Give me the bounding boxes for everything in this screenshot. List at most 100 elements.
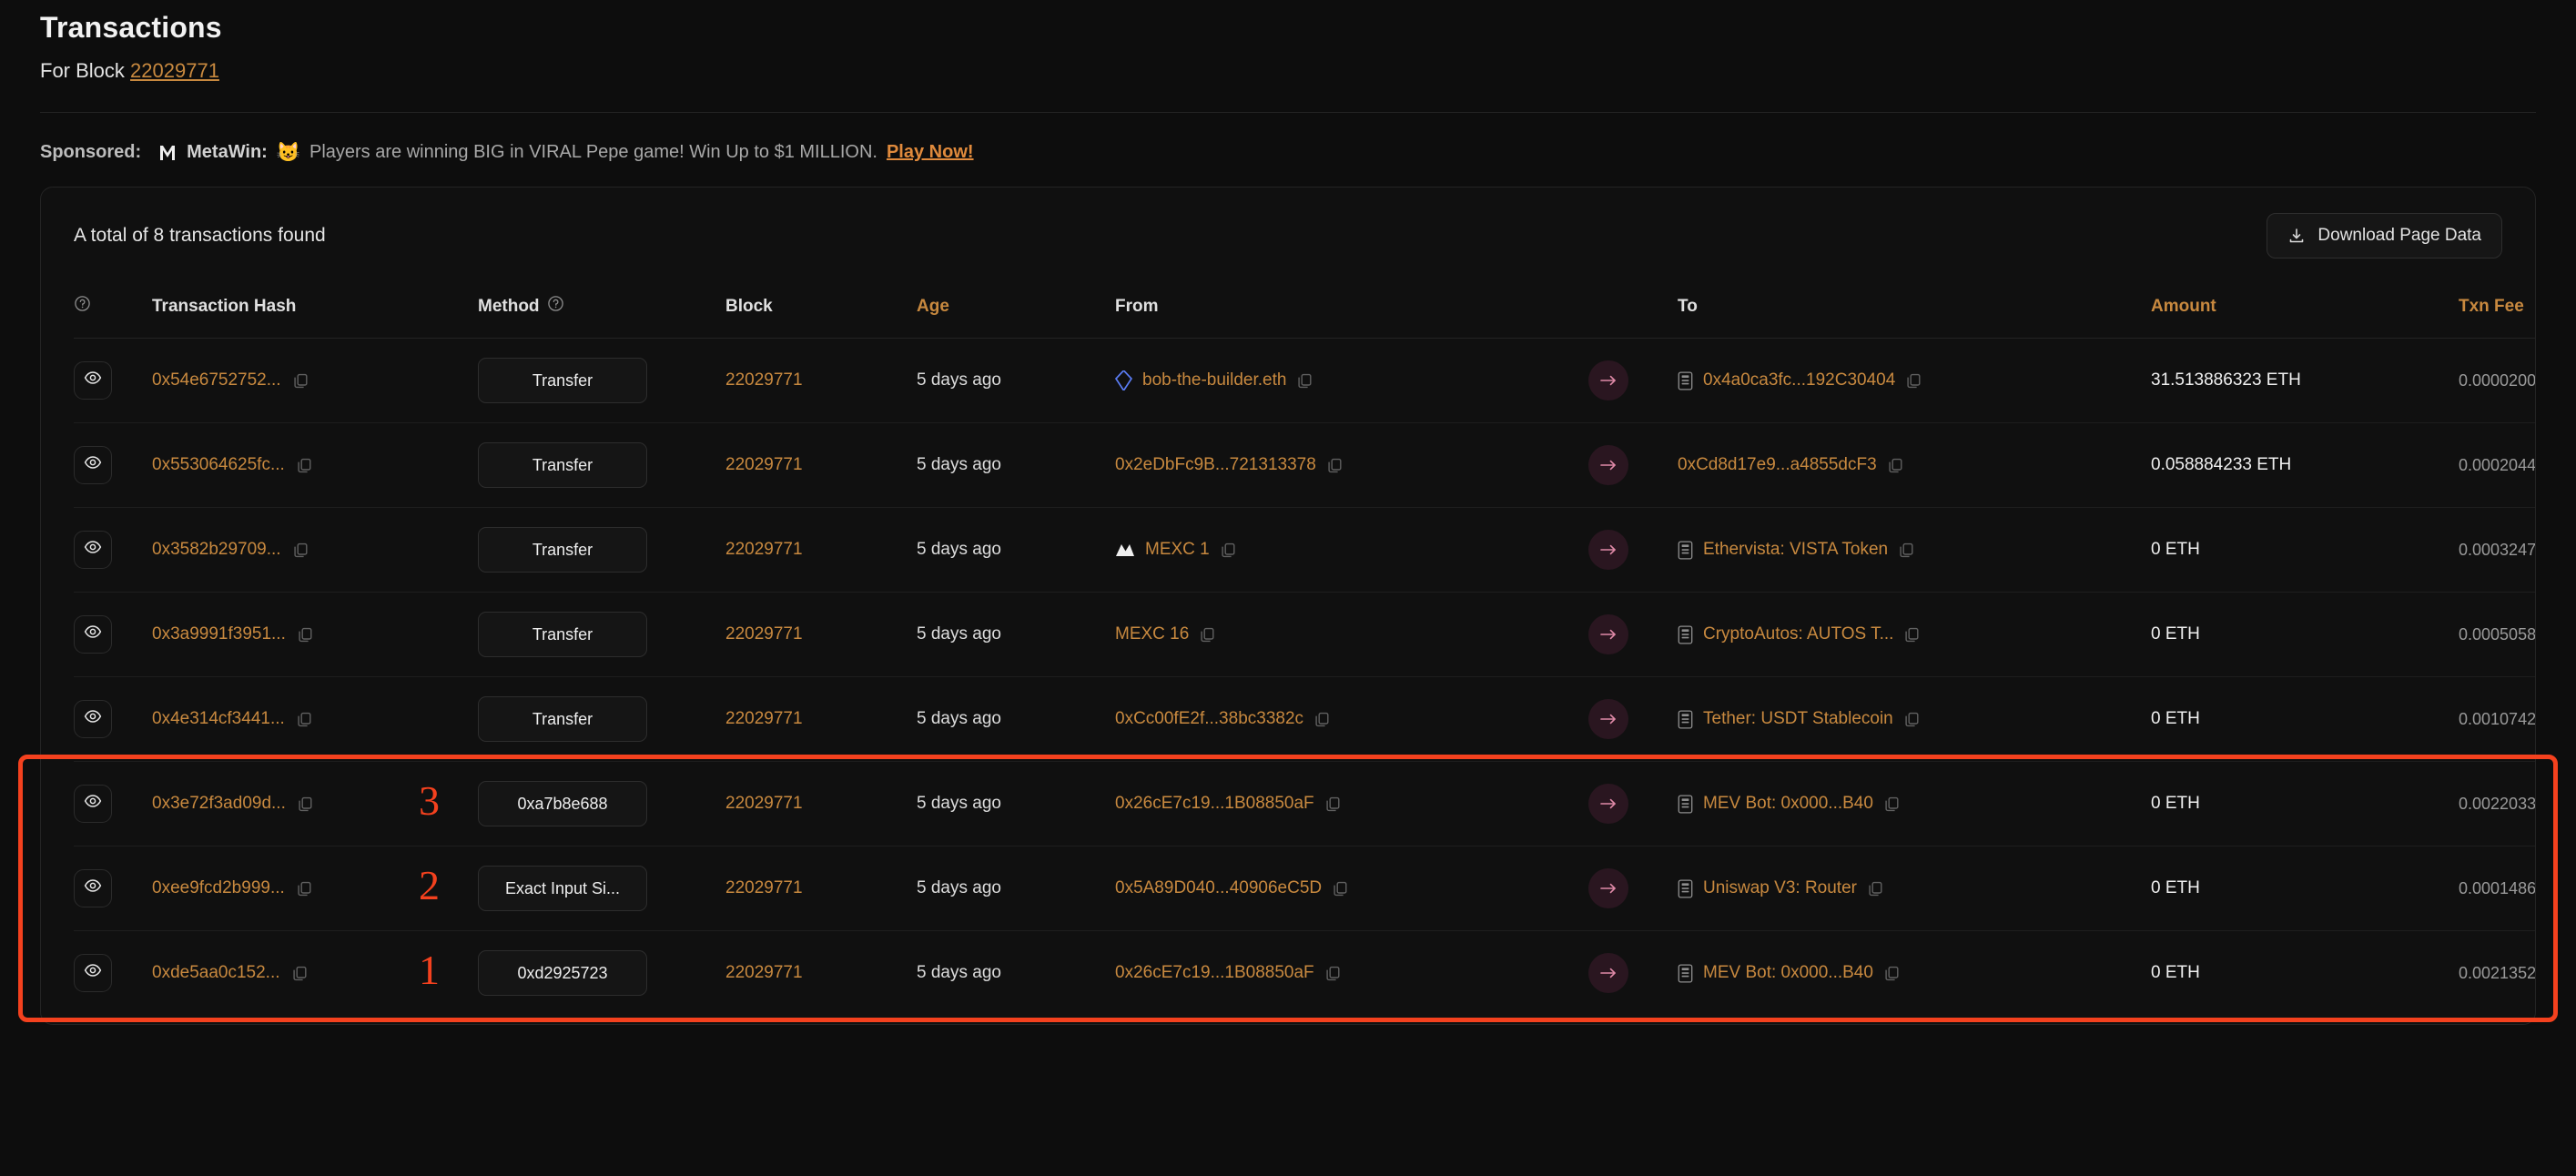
to-address-link[interactable]: Ethervista: VISTA Token — [1703, 540, 1888, 560]
block-link[interactable]: 22029771 — [725, 540, 803, 559]
sponsored-label: Sponsored: — [40, 142, 142, 162]
view-transaction-button[interactable] — [74, 531, 112, 569]
transaction-hash-link[interactable]: 0x54e6752752... — [152, 370, 281, 390]
view-transaction-button[interactable] — [74, 954, 112, 992]
copy-icon[interactable] — [1887, 457, 1904, 474]
copy-icon[interactable] — [297, 796, 314, 813]
download-page-data-button[interactable]: Download Page Data — [2267, 213, 2502, 259]
from-address-link[interactable]: 0xCc00fE2f...38bc3382c — [1115, 709, 1303, 729]
col-header-age[interactable]: Age — [917, 282, 1115, 339]
copy-icon[interactable] — [1324, 796, 1342, 813]
method-badge[interactable]: Transfer — [478, 612, 647, 657]
for-block-line: For Block 22029771 — [40, 59, 2536, 83]
method-badge[interactable]: Transfer — [478, 527, 647, 573]
transaction-hash-link[interactable]: 0xde5aa0c152... — [152, 963, 280, 983]
copy-icon[interactable] — [1898, 542, 1915, 559]
copy-icon[interactable] — [1313, 711, 1331, 728]
copy-icon[interactable] — [1883, 796, 1901, 813]
row-method-cell: Exact Input Si... — [478, 846, 725, 931]
row-block-cell: 22029771 — [725, 338, 917, 423]
view-transaction-button[interactable] — [74, 615, 112, 654]
col-header-amount[interactable]: Amount — [2151, 282, 2459, 339]
transaction-hash-link[interactable]: 0x3e72f3ad09d... — [152, 794, 286, 814]
copy-icon[interactable] — [1326, 457, 1344, 474]
contract-icon — [1678, 794, 1693, 814]
copy-icon[interactable] — [1905, 372, 1922, 390]
row-block-cell: 22029771 — [725, 931, 917, 1016]
direction-arrow-icon — [1588, 445, 1628, 485]
block-number-link[interactable]: 22029771 — [130, 59, 219, 82]
row-method-cell: 0xa7b8e688 — [478, 761, 725, 847]
block-link[interactable]: 22029771 — [725, 963, 803, 982]
to-address-link[interactable]: MEV Bot: 0x000...B40 — [1703, 794, 1873, 814]
copy-icon[interactable] — [1324, 965, 1342, 982]
to-address-link[interactable]: 0xCd8d17e9...a4855dcF3 — [1678, 455, 1877, 475]
block-link[interactable]: 22029771 — [725, 370, 803, 390]
col-header-txn-fee[interactable]: Txn Fee — [2459, 282, 2535, 339]
eye-icon — [84, 707, 102, 731]
copy-icon[interactable] — [297, 626, 314, 644]
copy-icon[interactable] — [296, 457, 313, 474]
block-link[interactable]: 22029771 — [725, 624, 803, 644]
transaction-hash-link[interactable]: 0x553064625fc... — [152, 455, 285, 475]
row-from-cell: 0x5A89D040...40906eC5D — [1115, 846, 1588, 931]
copy-icon[interactable] — [1220, 542, 1237, 559]
copy-icon[interactable] — [1867, 880, 1884, 897]
to-address-link[interactable]: MEV Bot: 0x000...B40 — [1703, 963, 1873, 983]
play-now-link[interactable]: Play Now! — [887, 142, 974, 163]
row-txn-fee-cell: 0.00014862 — [2459, 846, 2535, 931]
from-address-link[interactable]: 0x2eDbFc9B...721313378 — [1115, 455, 1316, 475]
copy-icon[interactable] — [292, 372, 309, 390]
from-address-link[interactable]: MEXC 16 — [1115, 624, 1189, 644]
copy-icon[interactable] — [296, 711, 313, 728]
transaction-hash-link[interactable]: 0x3582b29709... — [152, 540, 281, 560]
block-link[interactable]: 22029771 — [725, 794, 803, 813]
transaction-hash-link[interactable]: 0xee9fcd2b999... — [152, 878, 285, 898]
from-address-link[interactable]: MEXC 1 — [1145, 540, 1210, 560]
block-link[interactable]: 22029771 — [725, 455, 803, 474]
block-link[interactable]: 22029771 — [725, 878, 803, 897]
row-to-cell: Uniswap V3: Router — [1678, 846, 2151, 931]
view-transaction-button[interactable] — [74, 785, 112, 823]
contract-icon — [1678, 709, 1693, 729]
method-badge[interactable]: Transfer — [478, 696, 647, 742]
row-eye-cell — [74, 846, 152, 931]
copy-icon[interactable] — [1332, 880, 1349, 897]
copy-icon[interactable] — [1883, 965, 1901, 982]
view-transaction-button[interactable] — [74, 446, 112, 484]
copy-icon[interactable] — [1903, 626, 1921, 644]
view-transaction-button[interactable] — [74, 700, 112, 738]
row-from-cell: 0xCc00fE2f...38bc3382c — [1115, 676, 1588, 762]
to-address-link[interactable]: CryptoAutos: AUTOS T... — [1703, 624, 1893, 644]
method-badge[interactable]: Exact Input Si... — [478, 866, 647, 911]
from-address-link[interactable]: 0x26cE7c19...1B08850aF — [1115, 794, 1314, 814]
copy-icon[interactable] — [1199, 626, 1216, 644]
help-icon[interactable] — [74, 296, 91, 317]
transaction-hash-link[interactable]: 0x3a9991f3951... — [152, 624, 286, 644]
block-link[interactable]: 22029771 — [725, 709, 803, 728]
method-badge[interactable]: 0xd2925723 — [478, 950, 647, 996]
to-address-link[interactable]: Uniswap V3: Router — [1703, 878, 1857, 898]
to-address-link[interactable]: 0x4a0ca3fc...192C30404 — [1703, 370, 1895, 390]
help-icon[interactable] — [547, 295, 564, 318]
direction-arrow-icon — [1588, 614, 1628, 654]
method-badge[interactable]: Transfer — [478, 442, 647, 488]
row-txn-fee-cell: 0.00213529 — [2459, 963, 2536, 982]
copy-icon[interactable] — [292, 542, 309, 559]
copy-icon[interactable] — [296, 880, 313, 897]
method-badge[interactable]: Transfer — [478, 358, 647, 403]
to-address-link[interactable]: Tether: USDT Stablecoin — [1703, 709, 1893, 729]
copy-icon[interactable] — [291, 965, 309, 982]
row-age-cell: 5 days ago — [917, 592, 1115, 677]
from-address-link[interactable]: 0x5A89D040...40906eC5D — [1115, 878, 1322, 898]
from-address-link[interactable]: bob-the-builder.eth — [1142, 370, 1286, 390]
view-transaction-button[interactable] — [74, 361, 112, 400]
row-amount-cell: 0 ETH — [2151, 592, 2459, 677]
row-method-cell: Transfer — [478, 507, 725, 593]
from-address-link[interactable]: 0x26cE7c19...1B08850aF — [1115, 963, 1314, 983]
copy-icon[interactable] — [1296, 372, 1313, 390]
view-transaction-button[interactable] — [74, 869, 112, 907]
copy-icon[interactable] — [1903, 711, 1921, 728]
transaction-hash-link[interactable]: 0x4e314cf3441... — [152, 709, 285, 729]
method-badge[interactable]: 0xa7b8e688 — [478, 781, 647, 826]
